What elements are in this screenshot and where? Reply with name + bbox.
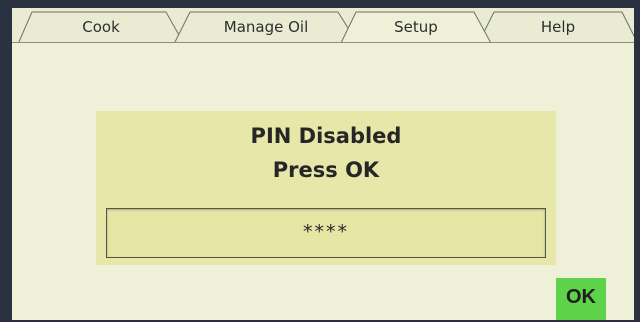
tab-cook[interactable]: Cook xyxy=(18,10,184,44)
tab-bar: Cook Manage Oil Help Setup xyxy=(12,8,634,46)
tab-manage-oil-label: Manage Oil xyxy=(223,18,309,36)
tab-help[interactable]: Help xyxy=(478,10,634,44)
tab-setup[interactable]: Setup xyxy=(340,10,492,46)
device-bezel: Cook Manage Oil Help Setup PIN Disabled … xyxy=(0,0,640,322)
tab-cook-label: Cook xyxy=(82,18,120,36)
ok-button-label: OK xyxy=(566,286,596,308)
tab-help-label: Help xyxy=(540,18,576,36)
pin-masked-value: **** xyxy=(303,221,349,243)
touch-screen: Cook Manage Oil Help Setup PIN Disabled … xyxy=(12,8,634,320)
pin-entry-field[interactable]: **** xyxy=(106,208,546,258)
pin-status-title: PIN Disabled xyxy=(250,124,402,148)
pin-instruction-text: Press OK xyxy=(272,158,380,182)
pin-dialog: PIN Disabled Press OK **** xyxy=(96,111,556,265)
tab-manage-oil[interactable]: Manage Oil xyxy=(174,10,358,44)
ok-button[interactable]: OK xyxy=(556,278,606,320)
tab-setup-label: Setup xyxy=(394,18,438,36)
